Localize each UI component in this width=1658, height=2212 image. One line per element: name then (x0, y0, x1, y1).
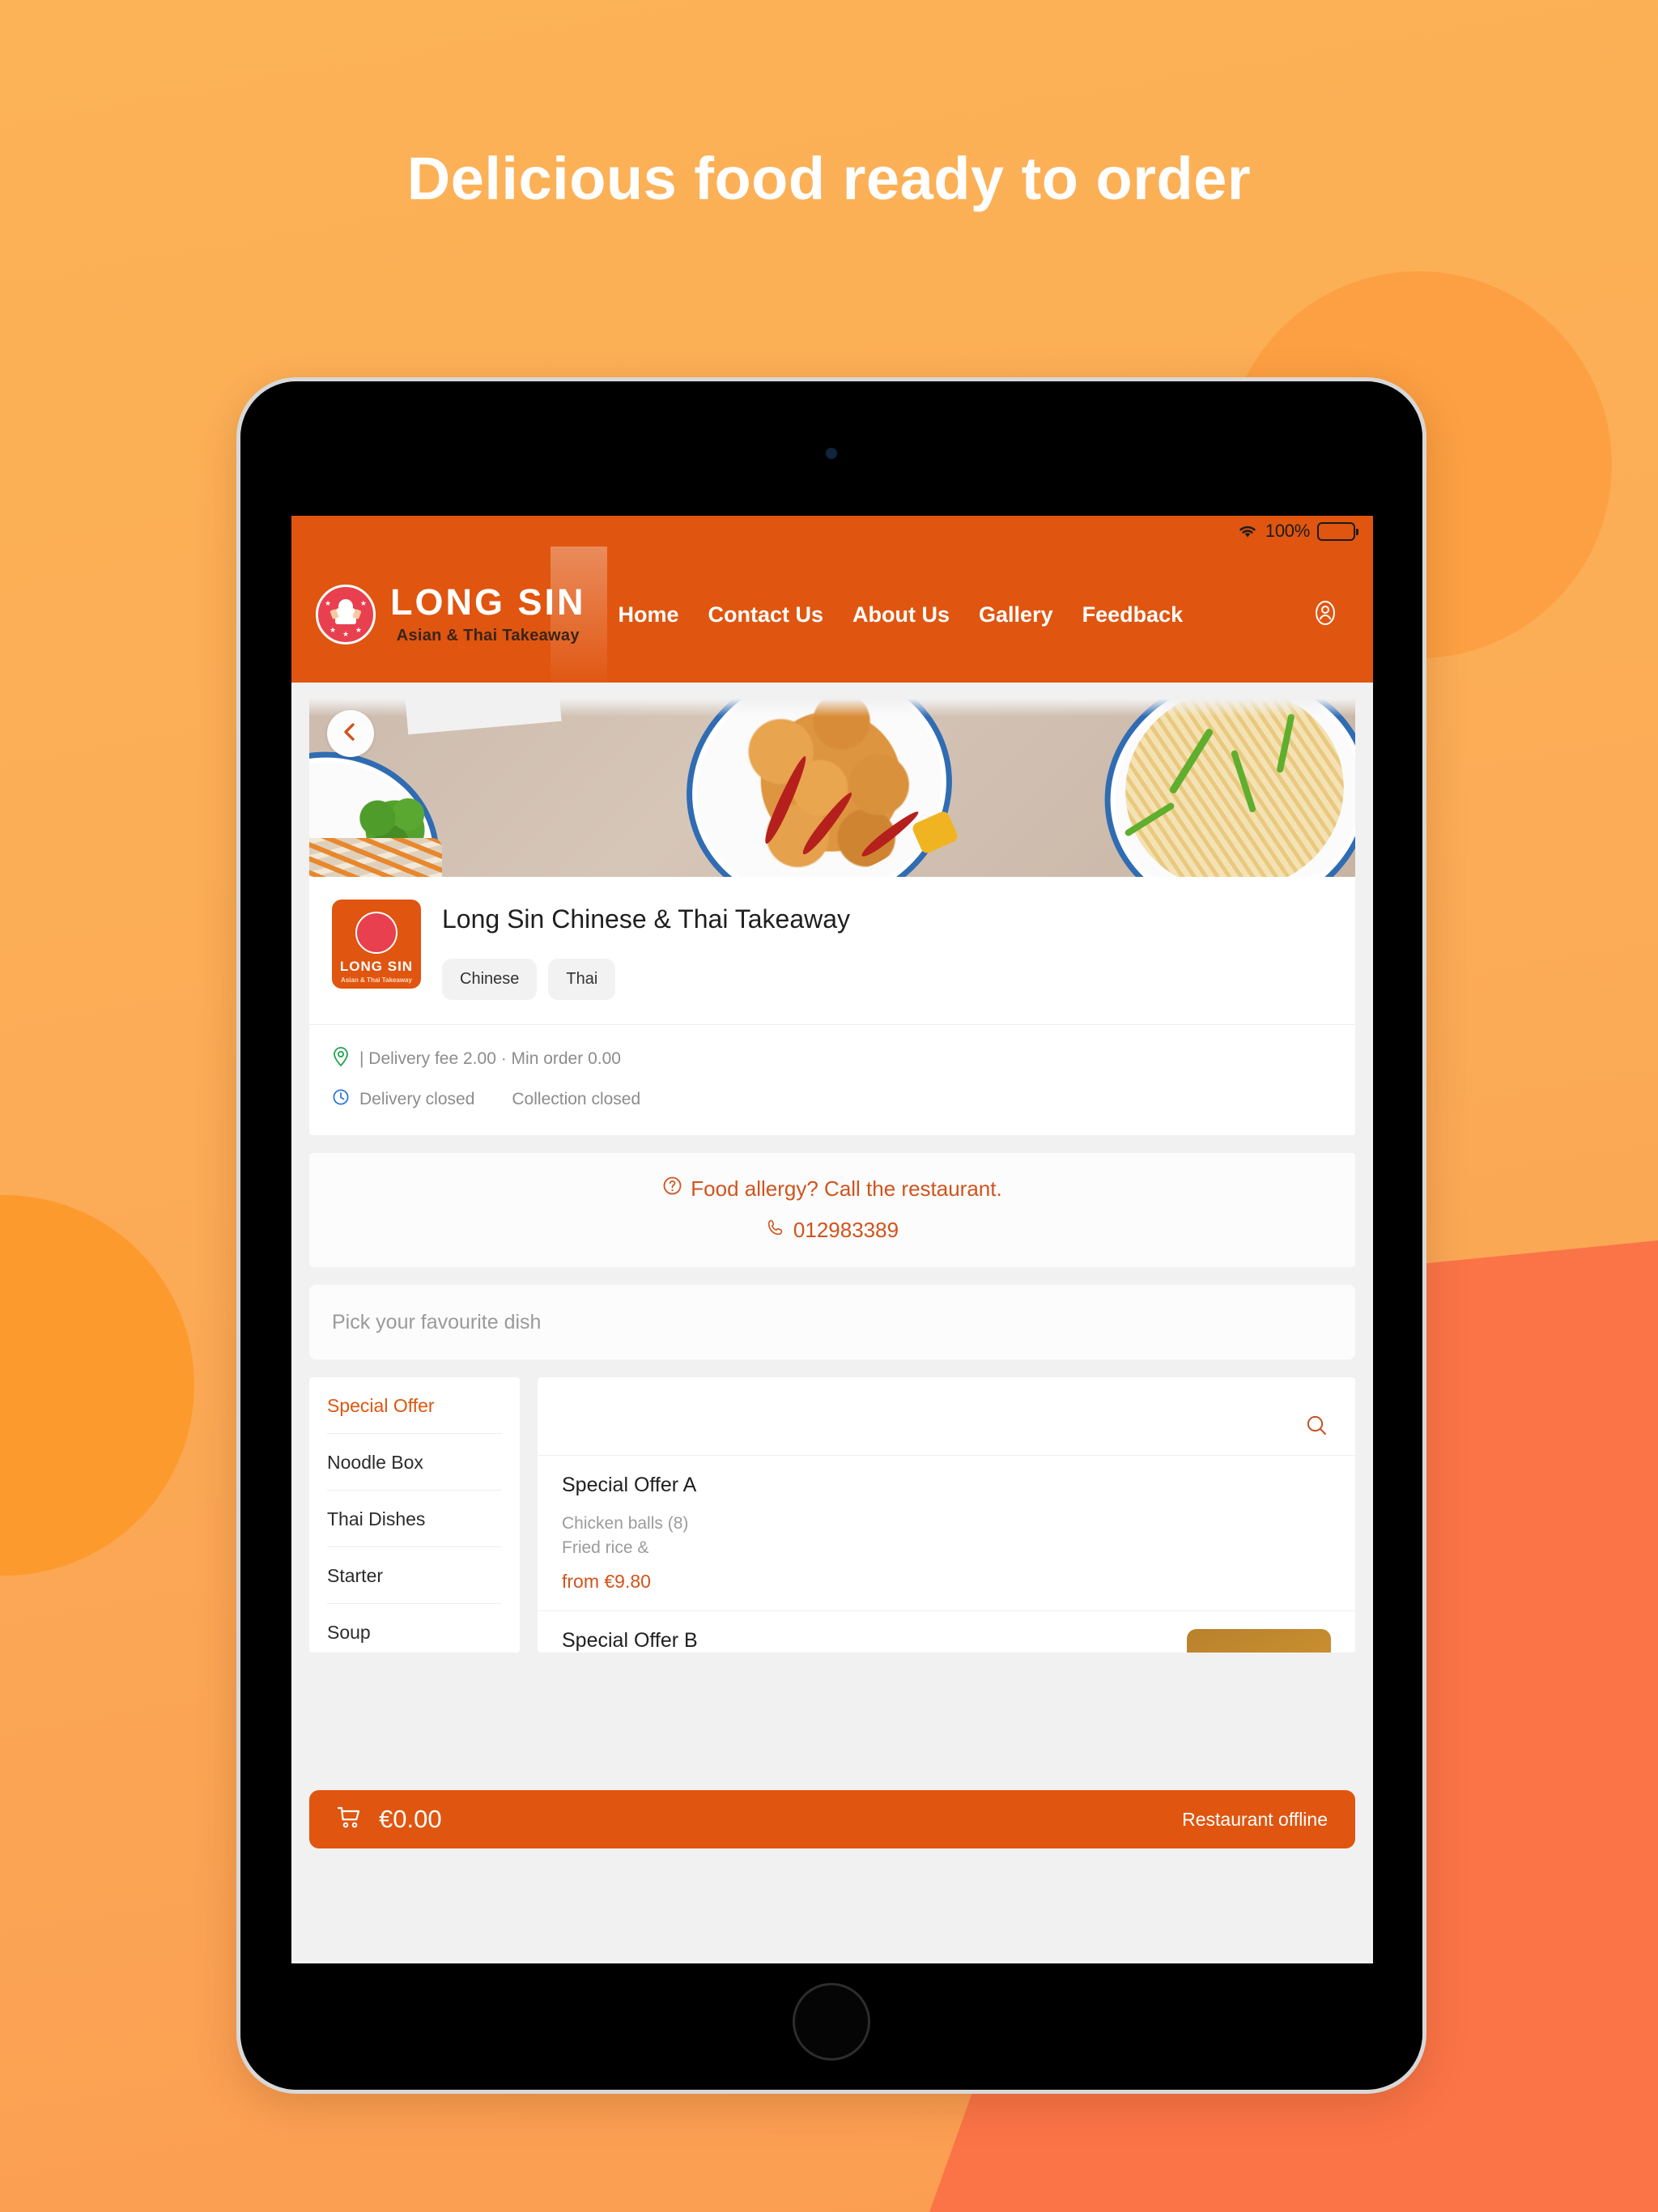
site-header: ★ ★ ★ ★ ★ LONG SIN Asian & Thai Takeaway (291, 547, 1373, 683)
location-pin-icon (332, 1046, 350, 1072)
category-item-soup[interactable]: Soup (327, 1604, 502, 1653)
clock-icon (332, 1088, 350, 1111)
restaurant-phone-row[interactable]: 012983389 (309, 1218, 1355, 1243)
back-button[interactable] (327, 710, 374, 757)
menu-item-name: Special Offer B (562, 1628, 698, 1652)
restaurant-logo-tagline: Asian & Thai Takeaway (341, 976, 412, 984)
brand-name: LONG SIN (390, 581, 586, 623)
restaurant-meta: | Delivery fee 2.00 · Min order 0.00 Del (309, 1025, 1355, 1135)
tablet-bezel: 100% ★ ★ ★ ★ ★ LONG SIN Asian & Thai Tak… (240, 381, 1422, 2090)
menu-item-price: from €9.80 (562, 1570, 651, 1592)
front-camera-icon (826, 448, 837, 459)
tablet-device-frame: 100% ★ ★ ★ ★ ★ LONG SIN Asian & Thai Tak… (236, 377, 1426, 2094)
brand-tagline: Asian & Thai Takeaway (396, 627, 580, 644)
home-button[interactable] (793, 1983, 870, 2061)
allergy-notice-card: Food allergy? Call the restaurant. 01298… (309, 1153, 1355, 1267)
menu-item-thumbnail (1187, 1628, 1331, 1653)
brand-logo[interactable]: ★ ★ ★ ★ ★ LONG SIN Asian & Thai Takeaway (316, 584, 586, 645)
question-circle-icon (662, 1176, 682, 1202)
allergy-message-row: Food allergy? Call the restaurant. (309, 1176, 1355, 1202)
category-item-noodle-box[interactable]: Noodle Box (327, 1434, 502, 1491)
menu-item-description: Chicken balls (8) (562, 1514, 689, 1533)
battery-percent-label: 100% (1265, 521, 1310, 541)
nav-item-feedback[interactable]: Feedback (1068, 602, 1198, 627)
delivery-status-label: Delivery closed (359, 1090, 475, 1108)
allergy-message: Food allergy? Call the restaurant. (691, 1176, 1002, 1201)
page-content: LONG SIN Asian & Thai Takeaway Long Sin … (291, 683, 1373, 1963)
cuisine-tag-thai[interactable]: Thai (548, 959, 616, 1000)
menu-item-list: Special Offer A Chicken balls (8) Fried … (538, 1377, 1355, 1653)
chef-emblem-icon-small (355, 911, 397, 954)
chevron-left-icon (340, 721, 361, 747)
nav-item-about-us[interactable]: About Us (838, 602, 964, 627)
chef-emblem-icon: ★ ★ ★ ★ ★ (316, 585, 376, 644)
category-item-thai-dishes[interactable]: Thai Dishes (327, 1491, 502, 1547)
search-icon[interactable] (1303, 1412, 1331, 1444)
menu-item-description-line2: Fried rice & (562, 1538, 649, 1558)
menu-item-row[interactable]: Special Offer B (538, 1610, 1355, 1653)
menu-search-row (538, 1377, 1355, 1455)
status-bar: 100% (291, 516, 1373, 547)
cart-total: €0.00 (379, 1805, 442, 1833)
decorative-circle-left (0, 1195, 194, 1576)
restaurant-logo-name: LONG SIN (339, 958, 414, 974)
cuisine-tag-chinese[interactable]: Chinese (442, 959, 538, 1000)
dish-search-placeholder: Pick your favourite dish (332, 1310, 542, 1334)
category-item-starter[interactable]: Starter (327, 1547, 502, 1604)
restaurant-card: LONG SIN Asian & Thai Takeaway Long Sin … (309, 877, 1355, 1135)
nav-item-home[interactable]: Home (604, 602, 694, 627)
wifi-icon (1237, 523, 1258, 539)
opening-status-row: Delivery closed Collection closed (332, 1088, 1333, 1111)
cuisine-tags: Chinese Thai (442, 959, 1333, 1000)
battery-full-icon (1317, 521, 1358, 541)
nav-item-gallery[interactable]: Gallery (964, 602, 1068, 627)
shopping-cart-icon (337, 1806, 363, 1834)
delivery-fee-label: | Delivery fee 2.00 · Min order 0.00 (359, 1049, 621, 1068)
collection-status-label: Collection closed (512, 1090, 641, 1108)
promo-background: Delicious food ready to order 100% ★ ★ ★… (0, 0, 1658, 2212)
phone-icon (766, 1218, 785, 1243)
cart-bar[interactable]: €0.00 Restaurant offline (309, 1790, 1355, 1848)
category-item-special-offer[interactable]: Special Offer (327, 1377, 502, 1434)
hero-image (309, 699, 1355, 877)
dish-search-input[interactable]: Pick your favourite dish (309, 1285, 1355, 1359)
delivery-fee-row: | Delivery fee 2.00 · Min order 0.00 (332, 1046, 1333, 1072)
tablet-screen: 100% ★ ★ ★ ★ ★ LONG SIN Asian & Thai Tak… (291, 516, 1373, 1963)
restaurant-logo: LONG SIN Asian & Thai Takeaway (332, 900, 421, 989)
menu-section: Special Offer Noodle Box Thai Dishes Sta… (309, 1377, 1355, 1653)
account-circle-icon[interactable] (1312, 599, 1339, 631)
menu-item-row[interactable]: Special Offer A Chicken balls (8) Fried … (538, 1455, 1355, 1610)
menu-item-name: Special Offer A (562, 1474, 697, 1496)
nav-item-contact-us[interactable]: Contact Us (694, 602, 839, 627)
category-list: Special Offer Noodle Box Thai Dishes Sta… (309, 1377, 520, 1653)
restaurant-header: LONG SIN Asian & Thai Takeaway Long Sin … (309, 877, 1355, 1024)
main-navigation: Home Contact Us About Us Gallery Feedbac… (604, 602, 1198, 627)
restaurant-phone: 012983389 (793, 1218, 899, 1242)
restaurant-title: Long Sin Chinese & Thai Takeaway (442, 904, 851, 934)
promo-headline: Delicious food ready to order (406, 145, 1252, 212)
cart-status-label: Restaurant offline (1182, 1808, 1328, 1830)
